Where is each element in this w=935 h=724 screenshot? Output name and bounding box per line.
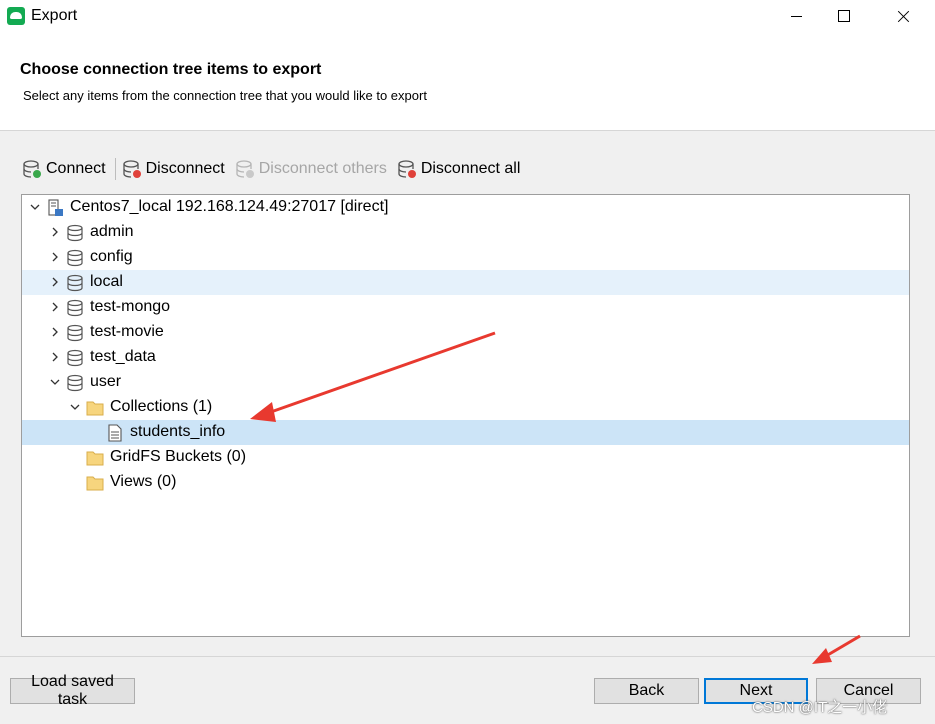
- database-icon: [67, 349, 83, 367]
- folder-icon: [86, 476, 104, 491]
- database-label: admin: [90, 223, 134, 240]
- wizard-header: Choose connection tree items to export S…: [0, 33, 935, 131]
- connect-button[interactable]: Connect: [22, 156, 106, 182]
- folder-icon: [86, 451, 104, 466]
- window-title: Export: [31, 7, 78, 24]
- database-disconnect-all-icon: [398, 160, 416, 178]
- toolbar-divider: [114, 158, 116, 180]
- database-label: test-mongo: [90, 298, 171, 315]
- page-title: Choose connection tree items to export: [20, 61, 322, 78]
- database-icon: [67, 249, 83, 267]
- tree-node-database[interactable]: admin: [22, 220, 909, 245]
- chevron-right-icon[interactable]: [50, 277, 60, 287]
- database-label: test_data: [90, 348, 156, 365]
- server-icon: [48, 199, 63, 216]
- page-subtitle: Select any items from the connection tre…: [23, 88, 427, 103]
- disconnect-all-label: Disconnect all: [420, 160, 521, 177]
- chevron-right-icon[interactable]: [50, 352, 60, 362]
- chevron-right-icon[interactable]: [50, 252, 60, 262]
- tree-node-database[interactable]: config: [22, 245, 909, 270]
- tree-node-views-folder[interactable]: Views (0): [22, 470, 909, 495]
- database-icon: [67, 299, 83, 317]
- disconnect-others-button[interactable]: Disconnect others: [235, 156, 387, 182]
- folder-label: Views (0): [110, 473, 177, 490]
- tree-node-gridfs-folder[interactable]: GridFS Buckets (0): [22, 445, 909, 470]
- maximize-button[interactable]: [820, 0, 866, 33]
- chevron-right-icon[interactable]: [50, 227, 60, 237]
- load-saved-task-button[interactable]: Load saved task: [10, 673, 135, 708]
- chevron-right-icon[interactable]: [50, 327, 60, 337]
- database-connect-icon: [23, 160, 41, 178]
- annotation-arrow-next: [825, 634, 861, 658]
- database-icon: [67, 374, 83, 392]
- disconnect-all-button[interactable]: Disconnect all: [397, 156, 521, 182]
- database-icon: [67, 274, 83, 292]
- folder-label: Collections (1): [110, 398, 213, 415]
- tree-node-connection[interactable]: Centos7_local 192.168.124.49:27017 [dire…: [22, 195, 909, 220]
- app-logo-icon: [7, 7, 25, 25]
- chevron-right-icon[interactable]: [50, 302, 60, 312]
- chevron-down-icon[interactable]: [30, 202, 40, 212]
- database-label: user: [90, 373, 122, 390]
- tree-node-database[interactable]: test-movie: [22, 320, 909, 345]
- collection-label: students_info: [130, 423, 226, 440]
- tree-node-database[interactable]: local: [22, 270, 909, 295]
- tree-node-database[interactable]: user: [22, 370, 909, 395]
- disconnect-label: Disconnect: [145, 160, 225, 177]
- watermark-text: CSDN @IT之一小佬: [752, 699, 888, 716]
- database-disconnect-others-icon: [236, 160, 254, 178]
- title-bar: Export: [0, 0, 935, 33]
- back-button[interactable]: Back: [594, 678, 699, 704]
- folder-label: GridFS Buckets (0): [110, 448, 247, 465]
- disconnect-others-label: Disconnect others: [258, 160, 387, 177]
- database-disconnect-icon: [122, 160, 141, 178]
- disconnect-button[interactable]: Disconnect: [122, 156, 225, 182]
- connection-toolbar: Connect Disconnect Disconnect others Dis…: [22, 156, 520, 182]
- database-label: local: [90, 273, 123, 290]
- collection-icon: [108, 424, 122, 442]
- footer-divider: [0, 656, 935, 657]
- database-icon: [67, 324, 83, 342]
- minimize-button[interactable]: [773, 0, 819, 33]
- database-label: config: [90, 248, 133, 265]
- connection-label: Centos7_local 192.168.124.49:27017 [dire…: [70, 198, 389, 215]
- database-icon: [67, 224, 83, 242]
- tree-node-collection[interactable]: students_info: [22, 420, 909, 445]
- tree-node-collections-folder[interactable]: Collections (1): [22, 395, 909, 420]
- chevron-down-icon[interactable]: [70, 402, 80, 412]
- close-button[interactable]: [880, 0, 926, 33]
- connect-label: Connect: [46, 160, 106, 177]
- tree-node-database[interactable]: test-mongo: [22, 295, 909, 320]
- folder-icon: [86, 401, 104, 416]
- connection-tree[interactable]: Centos7_local 192.168.124.49:27017 [dire…: [21, 194, 910, 637]
- tree-node-database[interactable]: test_data: [22, 345, 909, 370]
- chevron-down-icon[interactable]: [50, 377, 60, 387]
- database-label: test-movie: [90, 323, 164, 340]
